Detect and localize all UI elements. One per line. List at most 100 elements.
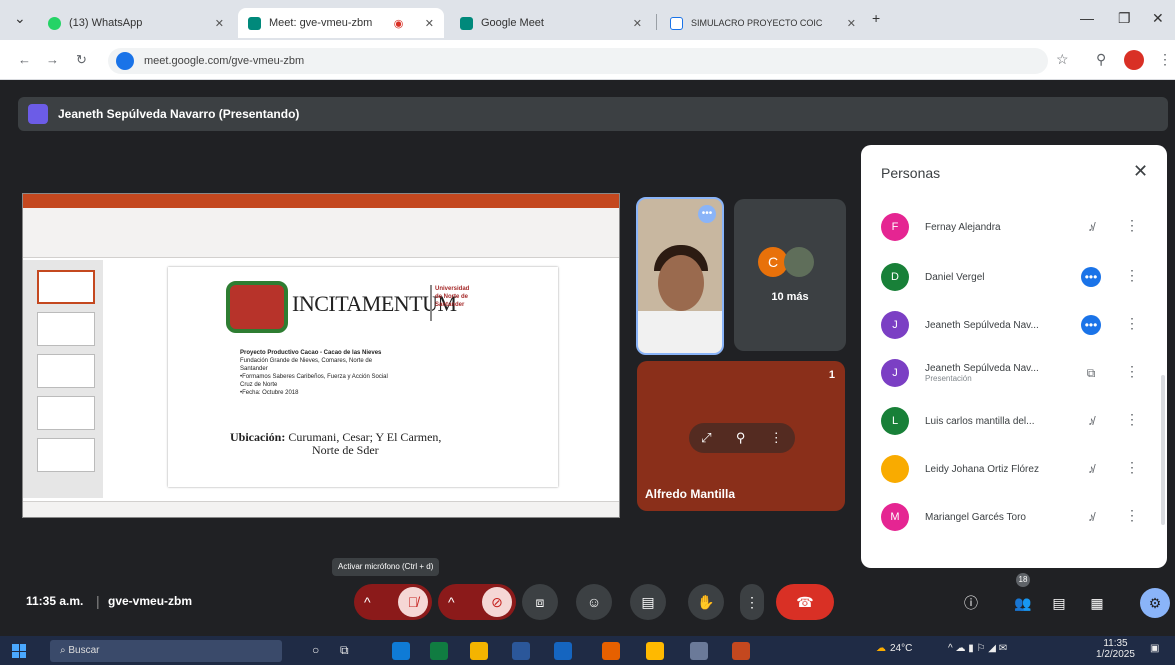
people-list-item[interactable]: L Luis carlos mantilla del... ♪̸ ⋮ [881, 403, 1151, 439]
new-tab-button[interactable]: + [872, 10, 880, 26]
close-window-icon[interactable]: ✕ [1152, 10, 1164, 27]
bookmark-star-icon[interactable]: ☆ [1056, 51, 1069, 68]
powerpoint-title-bar [23, 194, 619, 208]
windows-start-icon[interactable] [12, 644, 26, 658]
site-info-icon[interactable] [116, 52, 134, 70]
firefox-icon[interactable] [602, 642, 620, 660]
taskbar-search[interactable]: ⌕ Buscar [50, 640, 282, 662]
more-options-button[interactable]: ⋮ [740, 584, 764, 620]
chevron-up-icon[interactable]: ^ [364, 584, 371, 620]
app-icon[interactable] [690, 642, 708, 660]
more-options-icon[interactable]: ⋮ [1125, 459, 1139, 476]
close-tab-icon[interactable]: ✕ [847, 17, 856, 30]
notifications-icon[interactable]: ▣ [1150, 643, 1159, 654]
more-options-icon[interactable]: ⋮ [1125, 507, 1139, 524]
app-icon[interactable] [554, 642, 572, 660]
fullscreen-icon[interactable]: ⤢ [701, 430, 711, 446]
presentation-icon [28, 104, 48, 124]
incitamentum-logo [226, 281, 288, 333]
speaking-indicator-icon: ••• [698, 205, 716, 223]
profile-avatar[interactable] [1124, 50, 1144, 70]
tab-search-icon[interactable]: ⌄ [14, 10, 26, 27]
restore-icon[interactable]: ❐ [1118, 10, 1131, 27]
host-controls-icon[interactable]: ⚙ [1140, 588, 1170, 618]
participant-tile-video[interactable]: ••• [636, 197, 724, 355]
more-options-icon[interactable]: ⋮ [1125, 315, 1139, 332]
tab-simulacro[interactable]: SIMULACRO PROYECTO COIC ✕ [660, 8, 866, 38]
people-list-item[interactable]: Leidy Johana Ortiz Flórez ♪̸ ⋮ [881, 451, 1151, 487]
raise-hand-button[interactable]: ✋ [688, 584, 724, 620]
tab-whatsapp[interactable]: (13) WhatsApp ✕ [38, 8, 234, 38]
participant-name: Daniel Vergel [925, 271, 985, 283]
back-icon[interactable]: ← [18, 52, 31, 67]
captions-button[interactable]: ▤ [630, 584, 666, 620]
leave-call-button[interactable]: ☎ [776, 584, 834, 620]
avatar: M [881, 503, 909, 531]
excel-icon[interactable] [430, 642, 448, 660]
camera-off-button[interactable]: ⊘ [482, 587, 512, 617]
mic-muted-icon: ♪̸ [1088, 462, 1094, 476]
people-list-item[interactable]: J Jeaneth Sepúlveda Nav... ••• ⋮ [881, 307, 1151, 343]
more-options-icon[interactable]: ⋮ [1125, 217, 1139, 234]
more-options-icon[interactable]: ⋮ [1125, 411, 1139, 428]
participant-tile-alfredo[interactable]: 1 ⤢ ⚲ ⋮ Alfredo Mantilla [637, 361, 845, 511]
people-list-item[interactable]: F Fernay Alejandra ♪̸ ⋮ [881, 209, 1151, 245]
participant-name: Fernay Alejandra [925, 221, 1001, 233]
close-panel-icon[interactable]: ✕ [1133, 161, 1148, 182]
close-tab-icon[interactable]: ✕ [215, 17, 224, 30]
more-options-icon[interactable]: ⋮ [1125, 267, 1139, 284]
participant-name: Leidy Johana Ortiz Flórez [925, 463, 1039, 475]
powerpoint-icon[interactable] [732, 642, 750, 660]
participant-name: Jeaneth Sepúlveda Nav... [925, 319, 1039, 331]
panel-scrollbar[interactable] [1161, 375, 1165, 525]
url-bar[interactable]: meet.google.com/gve-vmeu-zbm [108, 48, 1048, 74]
forward-icon[interactable]: → [46, 52, 59, 67]
microphone-off-button[interactable]: 🎙̸ [398, 587, 428, 617]
activities-icon[interactable]: ▦ [1084, 590, 1110, 616]
chevron-up-icon[interactable]: ^ [448, 584, 455, 620]
reload-icon[interactable]: ↻ [76, 52, 87, 68]
close-tab-icon[interactable]: ✕ [633, 17, 642, 30]
extensions-icon[interactable]: ⚲ [1096, 51, 1106, 68]
task-view-icon[interactable]: ⧉ [340, 643, 349, 658]
more-options-icon[interactable]: ⋮ [1125, 363, 1139, 380]
pin-icon[interactable]: ⚲ [736, 430, 746, 446]
meeting-info-icon[interactable]: ⓘ [958, 590, 984, 616]
meeting-code: gve-vmeu-zbm [108, 594, 193, 608]
file-explorer-icon[interactable] [646, 642, 664, 660]
more-participants-tile[interactable]: C 10 más [734, 199, 846, 351]
people-icon[interactable]: 👥 [1010, 590, 1036, 616]
present-screen-button[interactable]: ⧈ [522, 584, 558, 620]
browser-menu-icon[interactable]: ⋮ [1158, 51, 1172, 68]
people-list-item[interactable]: M Mariangel Garcés Toro ♪̸ ⋮ [881, 499, 1151, 535]
people-list-item[interactable]: J Jeaneth Sepúlveda Nav... Presentación … [881, 355, 1151, 391]
participant-name-text: Jeaneth Sepúlveda Nav... [925, 363, 1039, 374]
meeting-time: 11:35 a.m. [26, 594, 84, 608]
location-value-line2: Norte de Sder [312, 443, 379, 457]
cortana-icon[interactable]: ○ [312, 643, 319, 657]
whatsapp-icon [48, 16, 61, 30]
chat-icon[interactable]: ▤ [1046, 590, 1072, 616]
edge-icon[interactable] [392, 642, 410, 660]
tab-meet-active[interactable]: Meet: gve-vmeu-zbm ◉ ✕ [238, 8, 444, 38]
close-tab-icon[interactable]: ✕ [425, 17, 434, 30]
project-details: Proyecto Productivo Cacao - Cacao de las… [240, 349, 388, 397]
slide-thumbnail [37, 396, 95, 430]
mic-tooltip: Activar micrófono (Ctrl + d) [332, 558, 440, 576]
more-options-icon[interactable]: ⋮ [770, 430, 783, 446]
project-line: Fundación Grande de Nieves, Comares, Nor… [240, 358, 373, 364]
tab-google-meet[interactable]: Google Meet ✕ [450, 8, 652, 38]
project-line: •Fecha: Octubre 2018 [240, 390, 299, 396]
word-icon[interactable] [512, 642, 530, 660]
emoji-reactions-button[interactable]: ☺ [576, 584, 612, 620]
participant-name: Alfredo Mantilla [645, 487, 736, 501]
taskbar-clock[interactable]: 11:35 1/2/2025 [1096, 638, 1135, 660]
address-toolbar: ← → ↻ meet.google.com/gve-vmeu-zbm ☆ ⚲ ⋮ [0, 40, 1175, 80]
avatar [881, 455, 909, 483]
chrome-icon[interactable] [470, 642, 488, 660]
participant-subtitle: Presentación [925, 374, 972, 383]
minimize-icon[interactable]: — [1080, 10, 1094, 26]
system-tray-icons[interactable]: ^ ☁ ▮ ⚐ ◢ ✉ [948, 643, 1007, 654]
people-list-item[interactable]: D Daniel Vergel ••• ⋮ [881, 259, 1151, 295]
presenter-label: Jeaneth Sepúlveda Navarro (Presentando) [58, 107, 300, 121]
